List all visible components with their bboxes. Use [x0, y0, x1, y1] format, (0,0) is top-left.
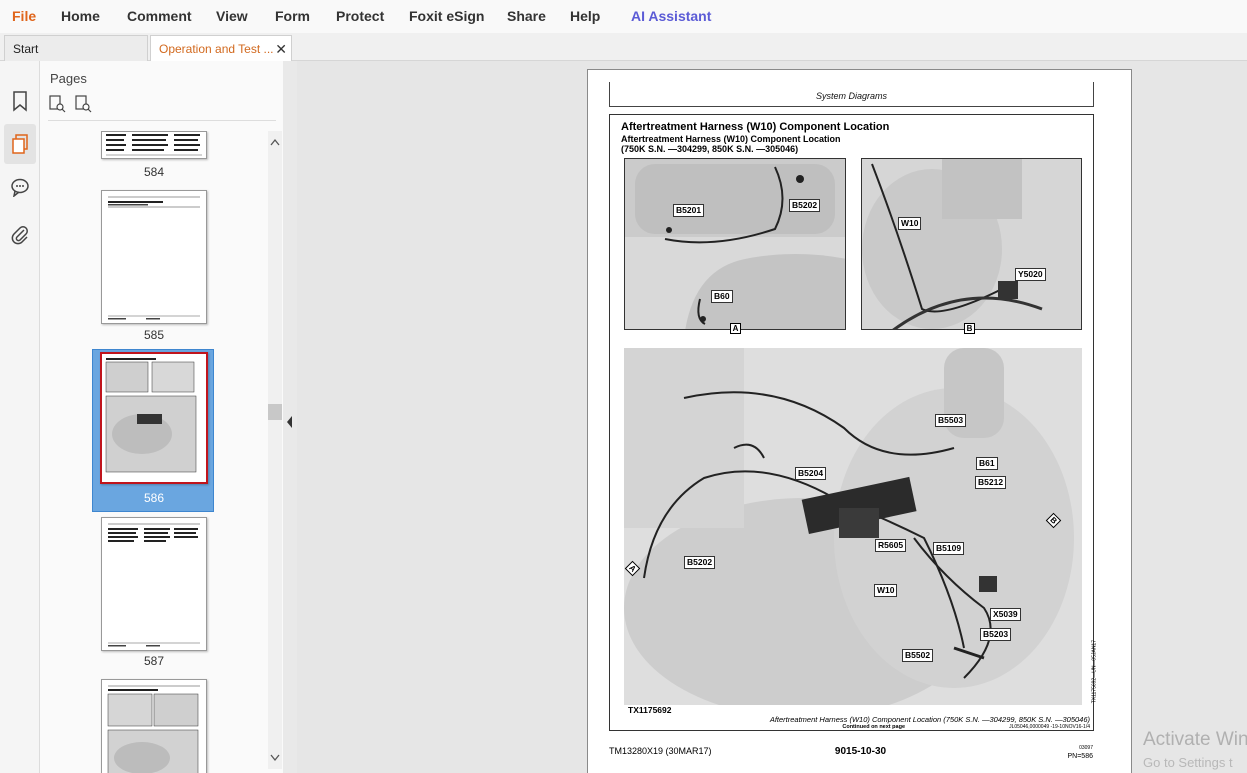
running-header: System Diagrams — [609, 82, 1094, 107]
document-view[interactable]: System Diagrams Aftertreatment Harness (… — [297, 61, 1247, 773]
menu-view[interactable]: View — [216, 8, 248, 24]
thumbnail-label-586: 586 — [143, 491, 165, 505]
reference-code: JL05046,0000049 -19-10NOV16-1/4 — [1009, 724, 1090, 730]
activation-watermark: Activate Win — [1143, 729, 1247, 750]
zoom-thumbnail-icon[interactable] — [74, 95, 92, 118]
callout-B5109: B5109 — [933, 542, 965, 555]
document-serial-range: (750K S.N. —304299, 850K S.N. —305046) — [621, 144, 799, 154]
foxit-window: File Home Comment View Form Protect Foxi… — [0, 0, 1247, 773]
thumbnail-label-584: 584 — [143, 165, 165, 179]
callout-B60: B60 — [711, 290, 733, 303]
callout-B5203: B5203 — [980, 628, 1012, 641]
callout-W10-b: W10 — [898, 217, 922, 230]
tab-start[interactable]: Start — [4, 35, 148, 61]
thumbnail-list: 584 585 586 587 — [40, 131, 268, 773]
tab-start-label: Start — [13, 42, 39, 56]
tab-operation-and-test[interactable]: Operation and Test ... ✕ — [150, 35, 292, 61]
photo-panel-a: B5201 B5202 B60 — [624, 158, 846, 330]
callout-W10: W10 — [874, 584, 898, 597]
callout-B5202: B5202 — [684, 556, 716, 569]
menu-protect[interactable]: Protect — [336, 8, 384, 24]
document-subtitle: Aftertreatment Harness (W10) Component L… — [621, 134, 841, 144]
pdf-page: System Diagrams Aftertreatment Harness (… — [587, 69, 1132, 773]
activation-watermark-sub: Go to Settings t — [1143, 755, 1233, 770]
figure-side-reference: TX1175692—UN—05JAN17 — [1091, 640, 1097, 704]
menu-file[interactable]: File — [12, 8, 36, 24]
callout-B5502: B5502 — [902, 649, 934, 662]
close-tab-icon[interactable]: ✕ — [275, 36, 287, 62]
footer-page-code: 9015-10-30 — [834, 746, 887, 757]
page-thumbnail-586[interactable] — [100, 352, 208, 484]
running-header-text: System Diagrams — [815, 91, 887, 101]
page-thumbnail-588[interactable] — [101, 679, 207, 773]
callout-X5039: X5039 — [990, 608, 1021, 621]
menu-home[interactable]: Home — [61, 8, 100, 24]
thumbnail-scrollbar[interactable] — [268, 131, 282, 769]
menu-bar: File Home Comment View Form Protect Foxi… — [0, 0, 1247, 33]
footer-small-code: 03097 — [1079, 745, 1093, 751]
page-thumbnail-585[interactable] — [101, 190, 207, 324]
menu-form[interactable]: Form — [275, 8, 310, 24]
figure-frame: Aftertreatment Harness (W10) Component L… — [609, 114, 1097, 731]
panel-toolbar — [48, 95, 92, 118]
pages-panel: Pages 584 585 586 587 — [40, 61, 283, 773]
figure-caption: Aftertreatment Harness (W10) Component L… — [769, 715, 1090, 724]
footer-page-number: PN=586 — [1067, 753, 1094, 760]
document-tab-bar: Start Operation and Test ... ✕ — [0, 33, 1247, 61]
menu-foxit-esign[interactable]: Foxit eSign — [409, 8, 484, 24]
panel-splitter[interactable] — [283, 61, 297, 773]
page-thumbnail-584[interactable] — [101, 131, 207, 159]
panel-letter-a: A — [730, 323, 741, 334]
thumbnail-label-587: 587 — [143, 654, 165, 668]
callout-B61: B61 — [976, 457, 998, 470]
figure-id: TX1175692 — [628, 705, 672, 715]
callout-B5212: B5212 — [975, 476, 1007, 489]
callout-R5605: R5605 — [875, 539, 907, 552]
panel-letter-b: B — [964, 323, 975, 334]
menu-ai-assistant[interactable]: AI Assistant — [631, 8, 711, 24]
main-component-photo: B5503 B61 B5212 B5204 R5605 B5109 B5202 … — [624, 348, 1082, 705]
menu-help[interactable]: Help — [570, 8, 600, 24]
callout-B5201: B5201 — [673, 204, 705, 217]
menu-comment[interactable]: Comment — [127, 8, 192, 24]
callout-Y5020: Y5020 — [1015, 268, 1046, 281]
panel-divider — [48, 120, 276, 121]
page-thumbnail-587[interactable] — [101, 517, 207, 651]
attachment-icon[interactable] — [4, 215, 36, 255]
callout-B5503: B5503 — [935, 414, 967, 427]
menu-share[interactable]: Share — [507, 8, 546, 24]
continued-note: Continued on next page — [842, 724, 905, 730]
callout-B5204: B5204 — [795, 467, 827, 480]
tab-operation-label: Operation and Test ... — [159, 42, 274, 56]
comments-icon[interactable] — [4, 167, 36, 207]
pages-icon[interactable] — [4, 124, 36, 164]
photo-panel-b: W10 Y5020 — [861, 158, 1082, 330]
panel-title: Pages — [50, 71, 87, 86]
document-title: Aftertreatment Harness (W10) Component L… — [621, 121, 890, 133]
bookmark-icon[interactable] — [4, 81, 36, 121]
callout-B5202-a: B5202 — [789, 199, 821, 212]
thumbnail-label-585: 585 — [143, 328, 165, 342]
navigation-rail — [0, 61, 40, 773]
page-options-icon[interactable] — [48, 95, 66, 118]
